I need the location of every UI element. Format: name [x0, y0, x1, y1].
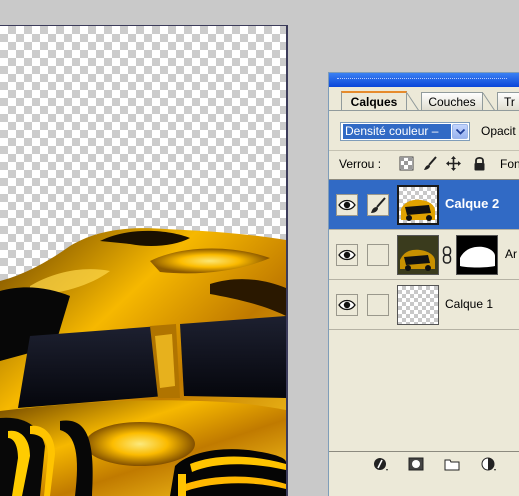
- visibility-toggle[interactable]: [336, 244, 358, 266]
- tab-couches[interactable]: Couches: [421, 92, 483, 110]
- link-toggle[interactable]: [367, 194, 389, 216]
- blend-mode-dropdown[interactable]: Densité couleur –: [340, 122, 470, 141]
- eye-icon: [338, 199, 356, 211]
- layer-mask-thumbnail[interactable]: [456, 235, 498, 275]
- brush-icon: [371, 197, 386, 213]
- layer-row-ar[interactable]: Ar: [329, 230, 519, 280]
- tabs-divider: [329, 110, 519, 111]
- link-toggle[interactable]: [367, 244, 389, 266]
- lock-move-icon[interactable]: [446, 156, 461, 171]
- canvas-border: [286, 26, 288, 496]
- layer-row-calque-2[interactable]: Calque 2: [329, 180, 519, 230]
- chevron-down-icon[interactable]: [452, 124, 468, 139]
- layer-name[interactable]: Calque 1: [445, 297, 493, 311]
- layer-row-calque-1[interactable]: Calque 1: [329, 280, 519, 330]
- opacity-label: Opacit: [481, 124, 516, 138]
- layer-thumbnail[interactable]: [397, 185, 439, 225]
- palette-bottom-toolbar: [329, 451, 519, 476]
- link-toggle[interactable]: [367, 294, 389, 316]
- tab-traces[interactable]: Tr: [497, 92, 519, 110]
- lock-paint-brush-icon[interactable]: [423, 156, 438, 171]
- car-image: [0, 228, 286, 496]
- add-mask-icon[interactable]: [408, 457, 424, 471]
- blend-mode-value: Densité couleur –: [343, 124, 451, 139]
- tab-divider: [483, 92, 495, 110]
- new-group-icon[interactable]: [444, 457, 460, 471]
- layer-name[interactable]: Calque 2: [445, 196, 499, 211]
- palette-titlebar[interactable]: [329, 73, 519, 87]
- eye-icon: [338, 249, 356, 261]
- layer-thumbnail[interactable]: [397, 235, 439, 275]
- tab-calques[interactable]: Calques: [341, 91, 407, 111]
- divider: [329, 150, 519, 151]
- lock-all-padlock-icon[interactable]: [472, 156, 487, 171]
- lock-transparency-icon[interactable]: [399, 156, 414, 171]
- adjustment-layer-icon[interactable]: [481, 457, 497, 471]
- tab-divider: [407, 92, 419, 110]
- layers-palette: Calques Couches Tr Densité couleur – Opa…: [328, 72, 519, 496]
- visibility-toggle[interactable]: [336, 194, 358, 216]
- document-canvas[interactable]: [0, 26, 286, 496]
- eye-icon: [338, 299, 356, 311]
- lock-label: Verrou :: [339, 157, 382, 171]
- fill-label: Fon: [500, 157, 519, 171]
- layers-list: Calque 2 Ar Calque 1: [329, 179, 519, 450]
- layer-thumbnail[interactable]: [397, 285, 439, 325]
- visibility-toggle[interactable]: [336, 294, 358, 316]
- layer-name[interactable]: Ar: [505, 247, 517, 261]
- layer-style-icon[interactable]: [373, 457, 389, 471]
- chain-link-icon[interactable]: [442, 246, 452, 264]
